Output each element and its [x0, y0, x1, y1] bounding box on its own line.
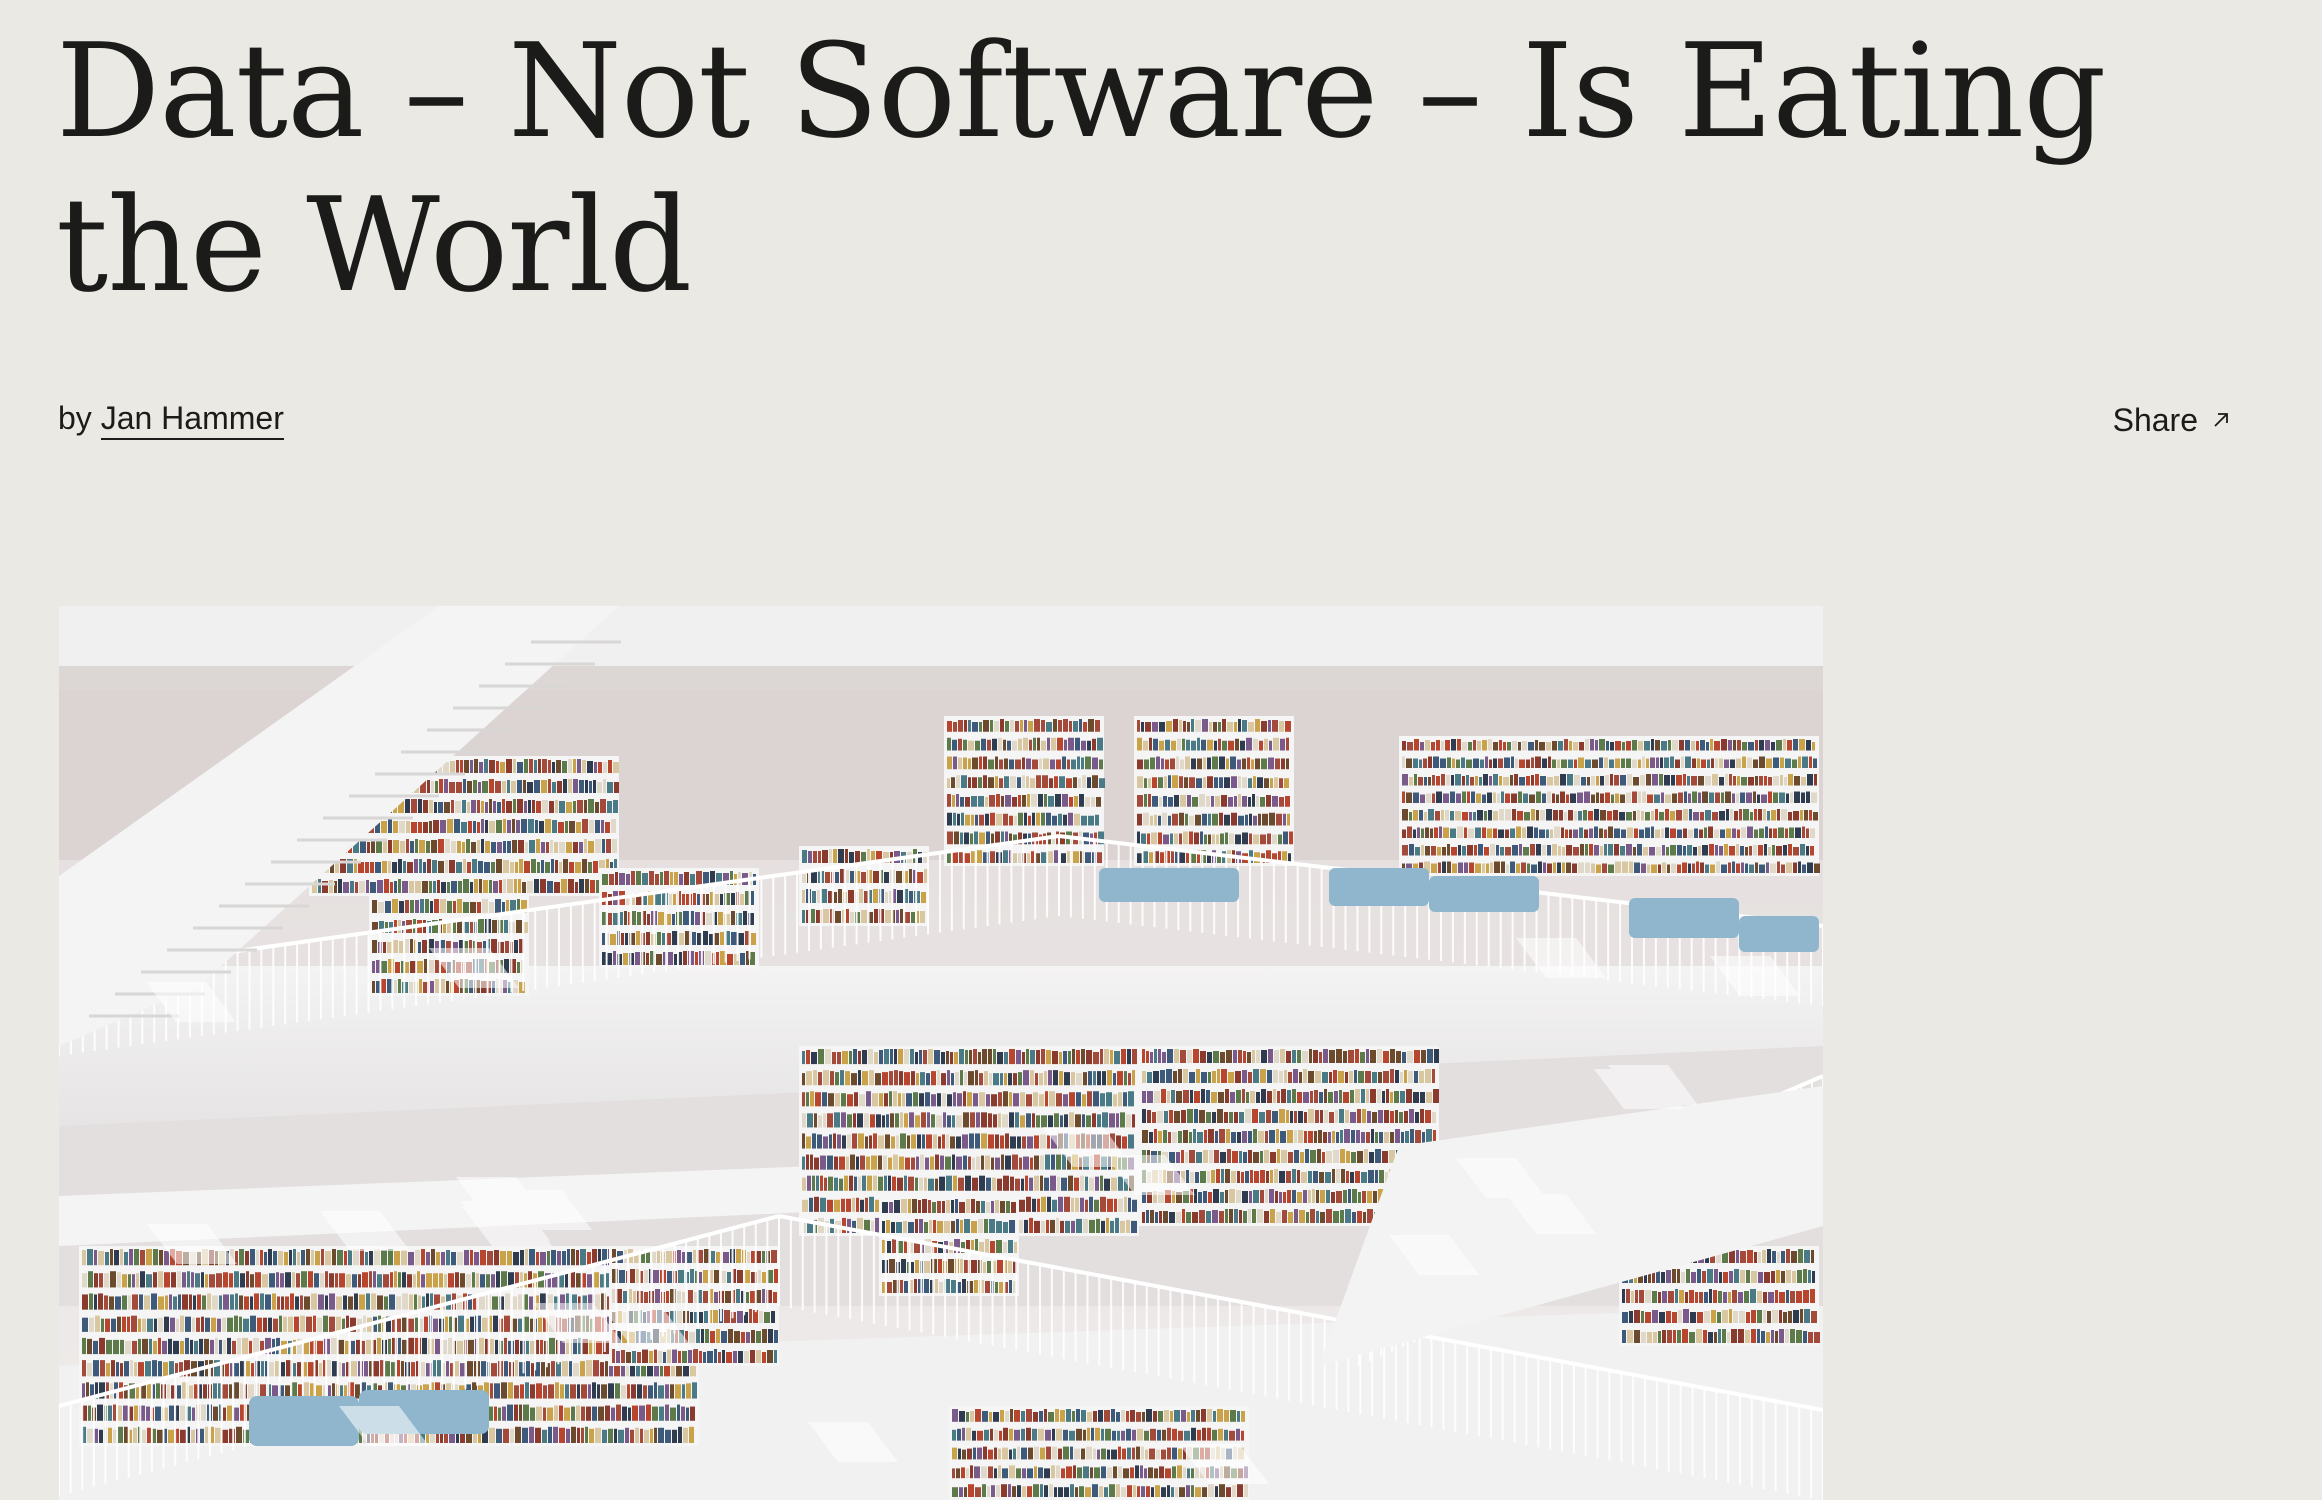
hero-image [59, 606, 1823, 1500]
byline: by Jan Hammer [58, 398, 284, 440]
article-title: Data – Not Software – Is Eating the Worl… [56, 15, 2106, 321]
author-link[interactable]: Jan Hammer [100, 400, 284, 440]
byline-prefix: by [58, 400, 92, 436]
library-photo [59, 606, 1823, 1500]
share-label: Share [2112, 402, 2198, 438]
share-button[interactable]: Share [2113, 400, 2230, 440]
arrow-up-right-icon [2212, 411, 2230, 429]
